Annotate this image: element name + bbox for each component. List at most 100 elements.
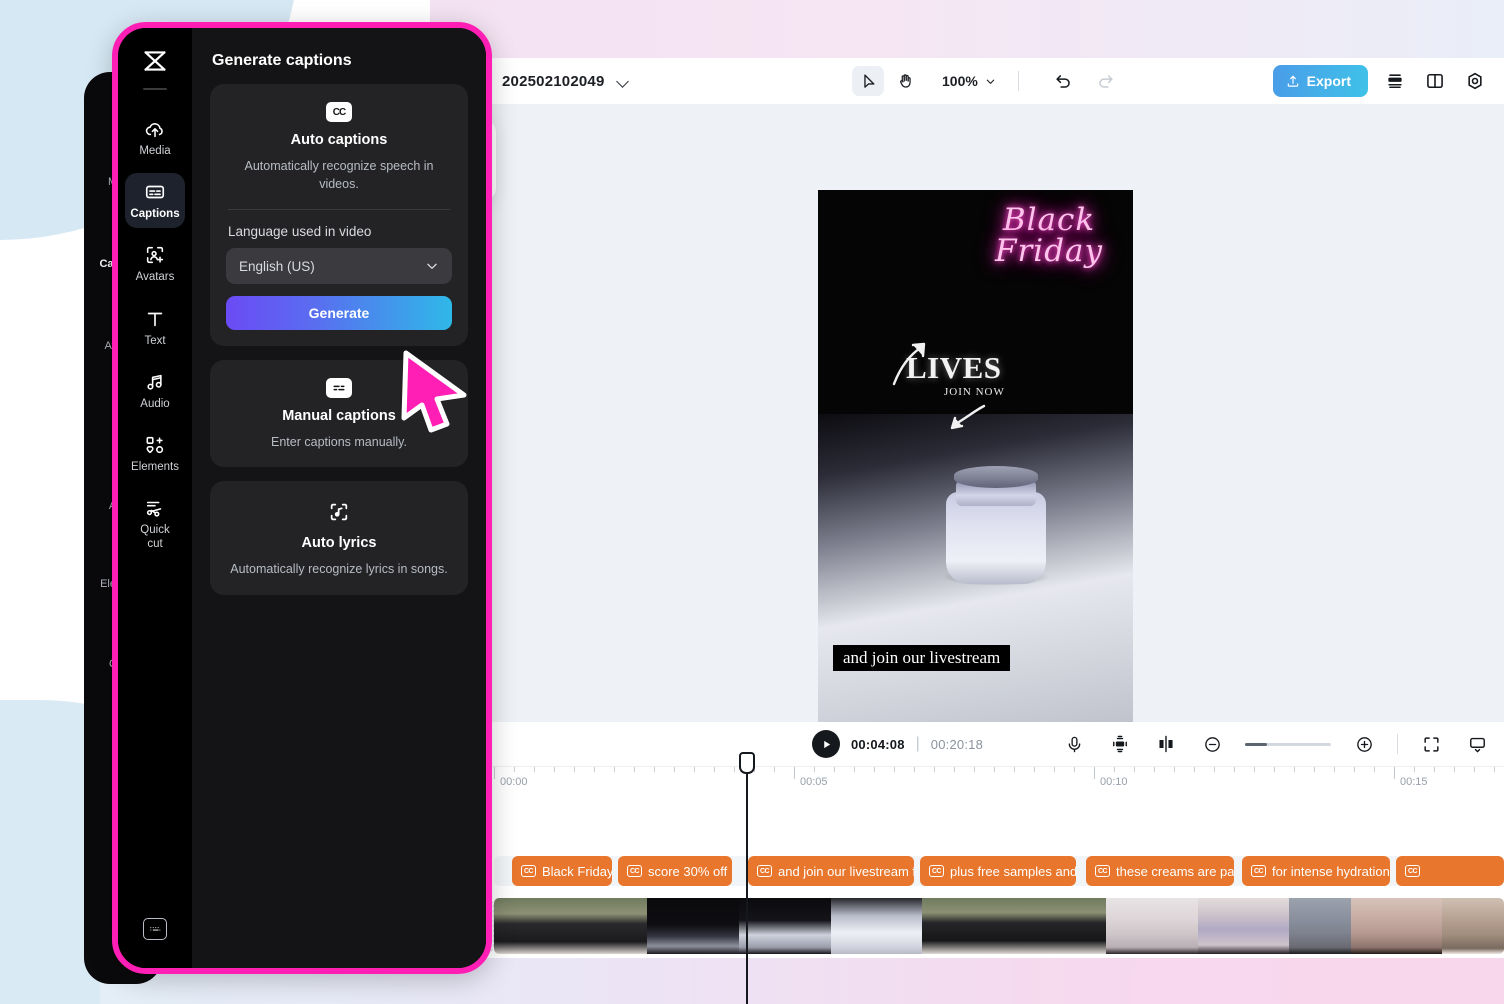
select-tool-button[interactable] xyxy=(852,66,884,96)
ruler-minor-tick xyxy=(1254,767,1255,772)
ruler-minor-tick xyxy=(1194,767,1195,772)
keyboard-shortcuts-button[interactable] xyxy=(143,918,167,940)
ruler-minor-tick xyxy=(894,767,895,772)
project-title: 202502102049 xyxy=(502,72,605,90)
playhead-handle[interactable] xyxy=(739,752,755,774)
cloud-upload-icon xyxy=(127,118,183,140)
fit-to-screen-button[interactable] xyxy=(1418,731,1444,757)
ruler-minor-tick xyxy=(814,767,815,772)
auto-captions-title: Auto captions xyxy=(290,132,388,148)
auto-adjust-button[interactable] xyxy=(1107,731,1133,757)
video-thumbnail xyxy=(1350,898,1382,954)
zoom-in-button[interactable] xyxy=(1351,731,1377,757)
settings-button[interactable] xyxy=(1462,68,1488,94)
sidebar-item-text[interactable]: Text xyxy=(125,300,185,355)
video-thumbnail xyxy=(983,898,1015,954)
video-thumbnail xyxy=(1197,898,1229,954)
caption-clip[interactable]: CC and join our livestream f xyxy=(748,856,914,886)
ruler-minor-tick xyxy=(1474,767,1475,772)
sidebar-item-audio[interactable]: Audio xyxy=(125,363,185,418)
export-button[interactable]: Export xyxy=(1272,65,1368,97)
caption-clip[interactable]: CC Black Friday xyxy=(512,856,612,886)
music-note-icon xyxy=(127,371,183,393)
ruler-minor-tick xyxy=(514,767,515,772)
layers-button[interactable] xyxy=(1382,68,1408,94)
plus-circle-icon xyxy=(1356,736,1372,752)
split-clip-button[interactable] xyxy=(1153,731,1179,757)
auto-lyrics-desc: Automatically recognize lyrics in songs. xyxy=(230,562,448,577)
ruler-minor-tick xyxy=(1494,767,1495,772)
cc-icon: CC xyxy=(1251,865,1266,877)
cc-icon: CC xyxy=(627,865,642,877)
split-view-button[interactable] xyxy=(1422,68,1448,94)
ruler-minor-tick xyxy=(574,767,575,772)
language-select[interactable]: English (US) xyxy=(226,248,452,285)
ruler-minor-tick xyxy=(874,767,875,772)
undo-button[interactable] xyxy=(1051,68,1077,94)
project-dropdown-caret-icon[interactable] xyxy=(617,75,629,87)
upload-icon xyxy=(1287,75,1298,87)
ruler-minor-tick xyxy=(1274,767,1275,772)
ruler-label: 00:05 xyxy=(800,776,828,788)
caption-track[interactable]: CC Black Friday CC score 30% off CC and join … xyxy=(494,856,1504,886)
current-time: 00:04:08 xyxy=(851,736,905,752)
sidebar-item-captions[interactable]: Captions xyxy=(125,173,185,229)
ruler-minor-tick xyxy=(534,767,535,772)
caption-clip-text: score 30% off xyxy=(648,863,728,879)
auto-lyrics-card[interactable]: Auto lyrics Automatically recognize lyri… xyxy=(210,481,468,595)
caption-clip-text: for intense hydration xyxy=(1272,863,1390,879)
caption-clip[interactable]: CC xyxy=(1396,856,1504,886)
video-thumbnail xyxy=(1473,898,1504,954)
sidebar-item-quick-cut[interactable]: Quick cut xyxy=(125,489,185,557)
toolbar-divider xyxy=(1017,71,1019,91)
video-thumbnail xyxy=(1320,898,1351,954)
neon-black-friday-text: Black Friday xyxy=(979,204,1119,267)
timeline-zoom-slider[interactable] xyxy=(1245,742,1331,746)
redo-button[interactable] xyxy=(1093,68,1119,94)
display-button[interactable] xyxy=(1464,731,1490,757)
zoom-out-button[interactable] xyxy=(1199,731,1225,757)
video-thumbnail xyxy=(1136,898,1168,954)
sidebar-item-media[interactable]: Media xyxy=(125,110,185,165)
timeline-ruler[interactable]: 00:00 00:05 00:10 00:15 xyxy=(436,766,1504,794)
gear-hexagon-icon xyxy=(1468,72,1482,90)
caption-clip[interactable]: CC plus free samples and xyxy=(920,856,1076,886)
auto-captions-card[interactable]: CC Auto captions Automatically recognize… xyxy=(210,84,468,347)
arrow-down-left-icon xyxy=(950,404,986,430)
captions-icon xyxy=(127,181,183,203)
ruler-minor-tick xyxy=(1174,767,1175,772)
monitor-icon xyxy=(1469,737,1485,752)
caption-clip[interactable]: CC score 30% off xyxy=(618,856,732,886)
caption-clip[interactable]: CC for intense hydration xyxy=(1242,856,1390,886)
playhead[interactable] xyxy=(739,752,755,1004)
cc-icon: CC xyxy=(1095,865,1110,877)
video-thumbnail xyxy=(1044,898,1076,954)
manual-captions-card[interactable]: Manual captions Enter captions manually. xyxy=(210,360,468,468)
video-player[interactable]: Black Friday LIVES JOIN NOW and join our… xyxy=(818,190,1133,750)
generate-button[interactable]: Generate xyxy=(226,296,452,331)
export-label: Export xyxy=(1306,73,1351,89)
cc-icon: CC xyxy=(757,865,772,877)
hand-tool-button[interactable] xyxy=(890,66,922,96)
video-thumbnail xyxy=(616,898,647,954)
cc-icon: CC xyxy=(929,865,944,877)
caption-clip[interactable]: CC these creams are pa xyxy=(1086,856,1234,886)
zoom-level-selector[interactable]: 100% xyxy=(942,73,996,89)
jar-lid xyxy=(954,466,1038,488)
ruler-minor-tick xyxy=(1374,767,1375,772)
ruler-minor-tick xyxy=(934,767,935,772)
manual-captions-icon xyxy=(326,378,352,399)
play-button[interactable] xyxy=(812,730,840,758)
sidebar-item-avatars[interactable]: Avatars xyxy=(125,236,185,291)
sidebar-item-elements[interactable]: Elements xyxy=(125,426,185,481)
ruler-major-tick xyxy=(794,767,795,779)
language-label: Language used in video xyxy=(228,224,372,240)
sidebar-item-label: Avatars xyxy=(135,271,175,284)
zoom-level-value: 100% xyxy=(942,73,978,89)
video-track[interactable] xyxy=(494,898,1504,954)
microphone-button[interactable] xyxy=(1061,731,1087,757)
ruler-minor-tick xyxy=(854,767,855,772)
time-separator: | xyxy=(915,735,920,752)
app-logo[interactable] xyxy=(118,46,192,76)
redo-arrow-icon xyxy=(1099,74,1113,88)
